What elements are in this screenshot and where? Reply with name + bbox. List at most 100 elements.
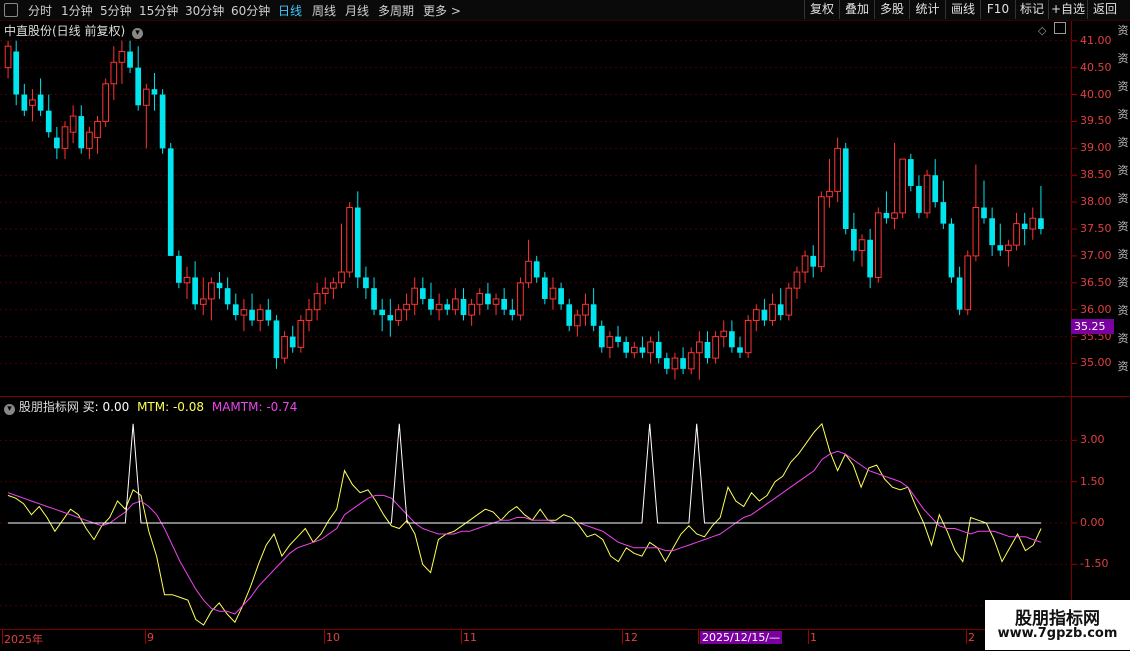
candle-body (1021, 223, 1028, 230)
candle-body (948, 223, 955, 278)
candle-body (452, 298, 459, 311)
candle-body (21, 94, 28, 111)
candle-body (566, 304, 573, 326)
candle-body (899, 158, 907, 214)
candle-body (118, 51, 126, 63)
candle-body (45, 110, 52, 133)
candle-body (582, 303, 589, 316)
candle-body (224, 288, 231, 305)
candle-body (183, 276, 191, 284)
candle-body (785, 287, 793, 316)
candle-body (110, 61, 118, 85)
candle-body (435, 303, 443, 311)
candle-body (696, 341, 703, 354)
candle-body (558, 288, 564, 305)
candle-body (468, 303, 475, 316)
candle-body (330, 282, 337, 289)
candle-body (907, 159, 914, 186)
candle-body (69, 115, 77, 133)
candle-body (874, 212, 882, 278)
candle-body (883, 212, 890, 219)
candle-body (297, 319, 305, 348)
candle-body (598, 325, 605, 348)
watermark-url: www.7gpzb.com (997, 626, 1118, 641)
candle-body (419, 288, 426, 299)
mtm-line (7, 422, 1042, 626)
candle-body (671, 357, 679, 370)
candle-body (916, 185, 922, 213)
candle-body (371, 288, 377, 310)
chart-canvas[interactable] (0, 0, 1130, 650)
candle-body (517, 282, 524, 316)
candle-body (1005, 244, 1012, 252)
candle-body (964, 255, 972, 311)
candle-body (972, 207, 980, 257)
candle-body (1029, 217, 1037, 230)
candle-body (639, 347, 646, 353)
candle-body (704, 341, 711, 359)
candle-body (858, 239, 866, 252)
candle-body (411, 287, 419, 305)
candle-body (956, 277, 963, 310)
candle-body (541, 277, 548, 299)
candle-body (395, 309, 402, 321)
candle-body (501, 298, 508, 310)
candle-body (615, 336, 621, 342)
candle-body (655, 341, 662, 359)
candle-body (687, 352, 695, 370)
candle-body (281, 336, 288, 359)
candle-body (509, 309, 516, 316)
candle-body (379, 309, 386, 316)
candle-body (752, 309, 760, 321)
candle-body (891, 212, 898, 219)
candle-body (199, 298, 207, 305)
candle-body (313, 293, 321, 311)
candle-body (265, 309, 272, 321)
candle-body (680, 358, 686, 369)
watermark: 股朋指标网 www.7gpzb.com (985, 600, 1130, 650)
candle-body (444, 304, 451, 310)
candle-body (61, 126, 69, 149)
candle-body (232, 304, 239, 316)
candle-body (940, 202, 947, 224)
candle-body (13, 51, 20, 95)
candle-body (851, 229, 857, 251)
candle-body (37, 94, 44, 111)
candle-body (923, 174, 931, 214)
candle-body (761, 309, 768, 321)
candle-body (737, 347, 743, 353)
candle-body (208, 282, 215, 300)
candle-body (810, 255, 817, 267)
candle-body (630, 346, 638, 354)
candle-body (135, 67, 142, 106)
candle-body (354, 207, 361, 278)
candle-body (428, 298, 434, 310)
mamtm-line (7, 450, 1042, 615)
candle-body (801, 255, 809, 273)
candle-body (793, 271, 801, 289)
candle-body (997, 245, 1004, 251)
candle-body (549, 287, 557, 300)
candle-body (151, 89, 158, 95)
candle-body (1038, 218, 1044, 230)
candle-body (525, 260, 532, 284)
candle-body (590, 304, 597, 326)
candle-body (606, 336, 614, 348)
candle-body (834, 147, 841, 192)
candle-body (338, 271, 345, 284)
candle-body (29, 99, 36, 106)
candle-body (86, 131, 93, 149)
candle-body (729, 331, 735, 348)
candle-body (647, 341, 654, 354)
candle-body (78, 116, 85, 149)
candle-body (533, 261, 540, 278)
candle-body (842, 148, 849, 230)
candle-body (1013, 223, 1020, 246)
candle-body (989, 218, 995, 246)
candle-body (159, 94, 166, 149)
candle-body (54, 137, 60, 149)
candle-body (167, 148, 174, 256)
candle-body (216, 282, 223, 289)
candle-body (4, 45, 12, 69)
candle-body (127, 51, 133, 68)
